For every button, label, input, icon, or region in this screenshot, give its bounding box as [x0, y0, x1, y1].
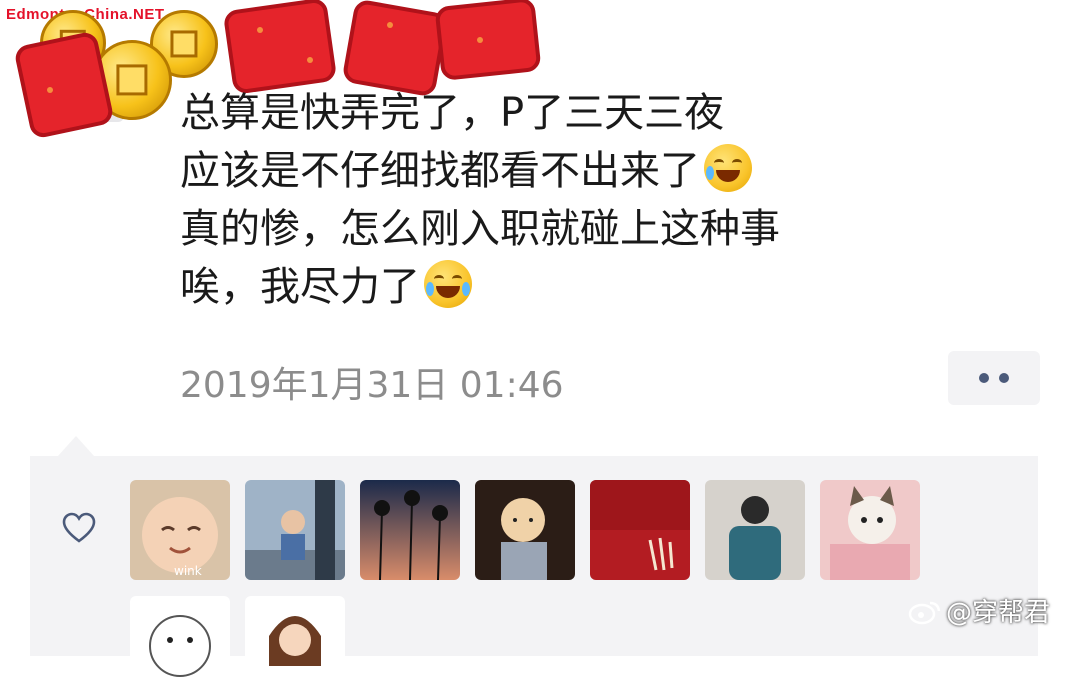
dot-icon [999, 373, 1009, 383]
watermark-text: @穿帮君 [946, 598, 1051, 628]
weibo-icon [908, 601, 941, 625]
kid-street-avatar[interactable] [245, 480, 345, 580]
post-line: 唉，我尽力了 [180, 258, 1000, 316]
post-line: 总算是快弄完了，P了三天三夜 [180, 90, 725, 136]
likes-panel-pointer [58, 436, 94, 456]
man-back-avatar[interactable] [705, 480, 805, 580]
red-calligraphy-avatar[interactable] [590, 480, 690, 580]
cartoon-man-avatar[interactable] [475, 480, 575, 580]
heart-icon [62, 512, 96, 543]
post-line: 真的惨，怎么刚入职就碰上这种事 [180, 206, 780, 252]
face-with-tears-icon [704, 144, 752, 192]
more-options-button[interactable] [948, 351, 1040, 405]
post-body: 总算是快弄完了，P了三天三夜 应该是不仔细找都看不出来了 真的惨，怎么刚入职就碰… [180, 84, 1000, 316]
tears-of-joy-icon [424, 260, 472, 308]
wink-label: wink [174, 564, 202, 578]
palm-trees-sunset-avatar[interactable] [360, 480, 460, 580]
weibo-watermark: @穿帮君 [908, 592, 1050, 629]
cat-avatar[interactable] [820, 480, 920, 580]
post-timestamp: 2019年1月31日 01:46 [180, 365, 564, 406]
dot-icon [979, 373, 989, 383]
seal-cartoon-avatar[interactable] [130, 596, 230, 696]
girl-cartoon-avatar[interactable] [245, 596, 345, 696]
wink-baby-avatar[interactable]: wink [130, 480, 230, 580]
post-line: 应该是不仔细找都看不出来了 [180, 142, 1000, 200]
